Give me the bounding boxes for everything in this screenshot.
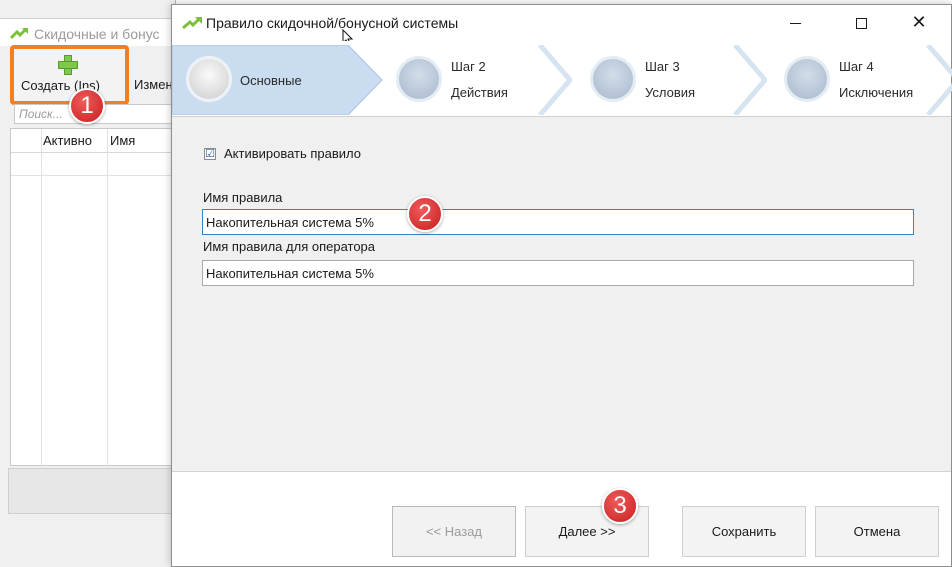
step-basic[interactable]: Основные	[172, 41, 384, 117]
maximize-button[interactable]	[838, 5, 884, 41]
step-title: Шаг 4	[839, 59, 874, 74]
wizard-steps: Основные Шаг 2 Действия Шаг 3 Условия Ша…	[172, 41, 952, 117]
activate-rule-checkbox[interactable]: ☑	[204, 148, 216, 160]
step-subtitle: Условия	[645, 85, 696, 100]
step-actions[interactable]: Шаг 2 Действия	[392, 41, 562, 117]
background-window-title: Скидочные и бонус	[34, 26, 160, 42]
operator-name-label: Имя правила для оператора	[203, 239, 376, 254]
callout-badge-2: 2	[407, 196, 443, 232]
dialog-title: Правило скидочной/бонусной системы	[206, 15, 459, 31]
step-conditions[interactable]: Шаг 3 Условия	[586, 41, 756, 117]
minimize-button[interactable]	[772, 5, 818, 41]
grid-divider	[41, 129, 42, 467]
step-indicator	[784, 56, 830, 102]
plus-icon	[58, 55, 78, 75]
column-active[interactable]: Активно	[43, 133, 92, 148]
create-button[interactable]: Создать (Ins)	[10, 45, 129, 105]
column-name[interactable]: Имя	[110, 133, 135, 148]
grid-divider	[107, 129, 108, 467]
grid-header: Активно Имя	[11, 129, 177, 153]
edit-button[interactable]: Измен	[134, 77, 173, 92]
callout-badge-1: 1	[69, 88, 105, 124]
minimize-icon	[790, 23, 801, 24]
step-indicator	[590, 56, 636, 102]
background-window: Скидочные и бонус Создать (Ins) Измен По…	[0, 0, 177, 567]
activate-rule-label[interactable]: Активировать правило	[224, 146, 361, 161]
step-subtitle: Исключения	[839, 85, 914, 100]
background-bottom-panel	[8, 468, 176, 514]
step-title: Шаг 2	[451, 59, 486, 74]
dialog-content: ☑ Активировать правило Имя правила Имя п…	[172, 117, 951, 471]
rule-name-input[interactable]	[202, 209, 914, 235]
back-button[interactable]: << Назад	[392, 506, 516, 557]
grid-divider	[11, 175, 177, 176]
rules-grid: Активно Имя	[10, 128, 177, 467]
step-exceptions[interactable]: Шаг 4 Исключения	[780, 41, 950, 117]
app-arrow-icon	[10, 27, 28, 40]
close-button[interactable]: ✕	[896, 5, 942, 41]
rule-dialog: Правило скидочной/бонусной системы ✕ Осн…	[171, 4, 952, 567]
dialog-titlebar[interactable]: Правило скидочной/бонусной системы ✕	[172, 5, 951, 47]
step-title: Шаг 3	[645, 59, 680, 74]
save-button[interactable]: Сохранить	[682, 506, 806, 557]
close-icon: ✕	[911, 12, 927, 32]
callout-badge-3: 3	[602, 488, 638, 524]
operator-name-input[interactable]	[202, 260, 914, 286]
step-subtitle: Действия	[451, 85, 508, 100]
maximize-icon	[856, 18, 867, 29]
step-indicator	[396, 56, 442, 102]
step-indicator	[186, 56, 232, 102]
rule-name-label: Имя правила	[203, 190, 283, 205]
cancel-button[interactable]: Отмена	[815, 506, 939, 557]
background-titlebar: Скидочные и бонус	[0, 18, 176, 46]
step-title: Основные	[240, 73, 302, 88]
dialog-footer: << Назад Далее >> Сохранить Отмена	[172, 471, 951, 566]
app-arrow-icon	[182, 17, 202, 30]
